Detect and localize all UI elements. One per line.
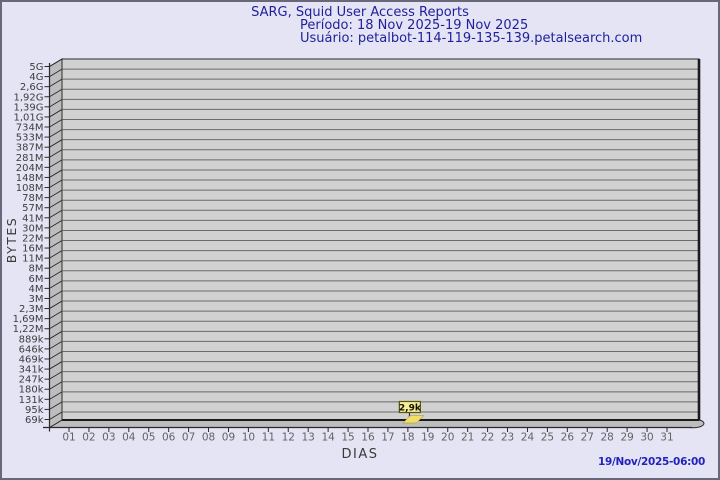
- svg-text:01: 01: [62, 432, 75, 444]
- svg-text:02: 02: [82, 432, 95, 444]
- svg-text:06: 06: [162, 432, 176, 444]
- svg-text:28: 28: [601, 432, 614, 444]
- svg-text:22: 22: [481, 432, 494, 444]
- bytes-per-day-chart: 5G4G2,6G1,92G1,39G1,01G734M533M387M281M2…: [0, 0, 720, 480]
- svg-text:23: 23: [501, 432, 514, 444]
- svg-text:05: 05: [142, 432, 155, 444]
- x-axis-title: DIAS: [342, 447, 379, 462]
- svg-text:30: 30: [640, 432, 653, 444]
- x-axis-labels: 01 02 03 04 05 06 07 08 09 10 11 12 13 14 15 16 17 18 19 20…: [62, 428, 673, 444]
- svg-text:17: 17: [381, 432, 394, 444]
- svg-text:19: 19: [421, 432, 434, 444]
- svg-text:16: 16: [361, 432, 375, 444]
- svg-text:08: 08: [202, 432, 215, 444]
- svg-text:27: 27: [581, 432, 594, 444]
- svg-text:15: 15: [341, 432, 354, 444]
- svg-text:11: 11: [262, 432, 275, 444]
- svg-text:31: 31: [660, 432, 673, 444]
- svg-text:10: 10: [242, 432, 255, 444]
- svg-text:24: 24: [521, 432, 535, 444]
- svg-text:29: 29: [620, 432, 633, 444]
- svg-text:03: 03: [102, 432, 115, 444]
- svg-text:26: 26: [561, 432, 575, 444]
- sarg-report-image: SARG, Squid User Access Reports Período:…: [0, 0, 720, 480]
- svg-text:09: 09: [222, 432, 235, 444]
- y-axis-title: BYTES: [4, 217, 19, 264]
- svg-text:13: 13: [302, 432, 315, 444]
- svg-text:21: 21: [461, 432, 474, 444]
- svg-text:25: 25: [541, 432, 554, 444]
- svg-text:18: 18: [401, 432, 414, 444]
- svg-text:14: 14: [321, 432, 335, 444]
- chart-left-wall: [50, 59, 63, 428]
- chart-floor: [50, 420, 704, 428]
- svg-text:12: 12: [282, 432, 295, 444]
- svg-text:20: 20: [441, 432, 454, 444]
- plot-area: [62, 59, 699, 420]
- svg-text:07: 07: [182, 432, 195, 444]
- svg-text:04: 04: [122, 432, 136, 444]
- svg-text:69k: 69k: [25, 415, 44, 426]
- report-generated-timestamp: 19/Nov/2025-06:00: [598, 456, 705, 468]
- svg-text:2,9k: 2,9k: [399, 403, 422, 413]
